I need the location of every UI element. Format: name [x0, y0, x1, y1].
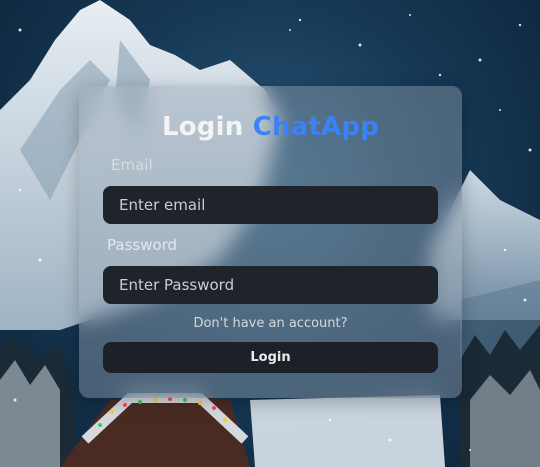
- login-card: Login ChatApp Email Password Don't have …: [79, 86, 462, 398]
- password-label: Password: [107, 236, 178, 254]
- password-field[interactable]: [103, 266, 438, 304]
- page-title: Login ChatApp: [79, 112, 462, 142]
- email-field[interactable]: [103, 186, 438, 224]
- signup-link[interactable]: Don't have an account?: [79, 316, 462, 331]
- login-button[interactable]: Login: [103, 342, 438, 373]
- title-prefix: Login: [161, 112, 244, 142]
- email-label: Email: [111, 156, 153, 174]
- login-page: Login ChatApp Email Password Don't have …: [0, 0, 540, 467]
- brand-name: ChatApp: [252, 112, 380, 142]
